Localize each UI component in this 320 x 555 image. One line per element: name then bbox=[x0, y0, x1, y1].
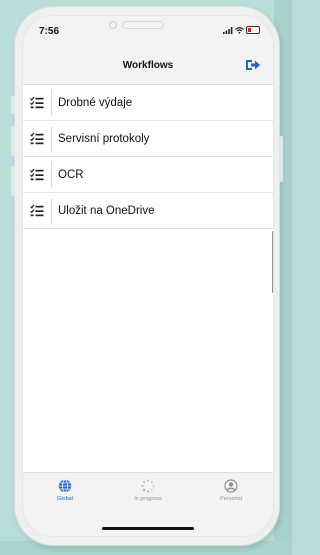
tab-label: Personal bbox=[220, 496, 242, 502]
workflow-label: OCR bbox=[58, 168, 84, 181]
status-time: 7:56 bbox=[39, 26, 60, 37]
spinner-icon bbox=[141, 479, 155, 493]
tab-label: In progress bbox=[134, 496, 162, 502]
phone-volume-down-button bbox=[11, 166, 15, 196]
tab-label: Global bbox=[57, 496, 73, 502]
workflow-label: Uložit na OneDrive bbox=[58, 204, 155, 217]
scroll-indicator[interactable] bbox=[272, 231, 273, 293]
phone-mute-button bbox=[11, 96, 15, 114]
row-divider bbox=[51, 197, 52, 224]
tab-global[interactable]: Global bbox=[35, 479, 95, 502]
checklist-icon bbox=[30, 96, 44, 108]
logout-icon[interactable] bbox=[245, 57, 261, 73]
status-icons bbox=[223, 26, 260, 34]
home-indicator[interactable] bbox=[102, 527, 194, 530]
checklist-icon bbox=[30, 132, 44, 144]
speaker-icon bbox=[122, 21, 164, 29]
camera-icon bbox=[109, 21, 117, 29]
tab-personal[interactable]: Personal bbox=[201, 479, 261, 502]
workflow-list: Drobné výdaje Servisní protokoly OCR Ulo… bbox=[23, 85, 273, 229]
phone-volume-up-button bbox=[11, 126, 15, 156]
row-divider bbox=[51, 161, 52, 188]
person-icon bbox=[224, 479, 238, 493]
tab-in-progress[interactable]: In progress bbox=[118, 479, 178, 502]
checklist-icon bbox=[30, 168, 44, 180]
globe-icon bbox=[58, 479, 72, 493]
workflow-item-servisni-protokoly[interactable]: Servisní protokoly bbox=[23, 121, 273, 157]
workflow-label: Drobné výdaje bbox=[58, 96, 133, 109]
navigation-bar: Workflows bbox=[23, 46, 273, 85]
workflow-item-drobne-vydaje[interactable]: Drobné výdaje bbox=[23, 85, 273, 121]
page-title: Workflows bbox=[122, 60, 174, 71]
battery-icon bbox=[246, 26, 260, 34]
workflow-item-ocr[interactable]: OCR bbox=[23, 157, 273, 193]
status-bar: 7:56 bbox=[23, 16, 273, 46]
checklist-icon bbox=[30, 204, 44, 216]
phone-power-button bbox=[279, 136, 283, 182]
row-divider bbox=[51, 125, 52, 152]
workflow-label: Servisní protokoly bbox=[58, 132, 150, 145]
wifi-icon bbox=[235, 26, 244, 34]
app-screen: 7:56 Workflows Drobné výdaje Servisní pr… bbox=[23, 16, 273, 536]
workflow-item-ulozit-na-onedrive[interactable]: Uložit na OneDrive bbox=[23, 193, 273, 229]
row-divider bbox=[51, 89, 52, 116]
signal-icon bbox=[223, 26, 233, 34]
